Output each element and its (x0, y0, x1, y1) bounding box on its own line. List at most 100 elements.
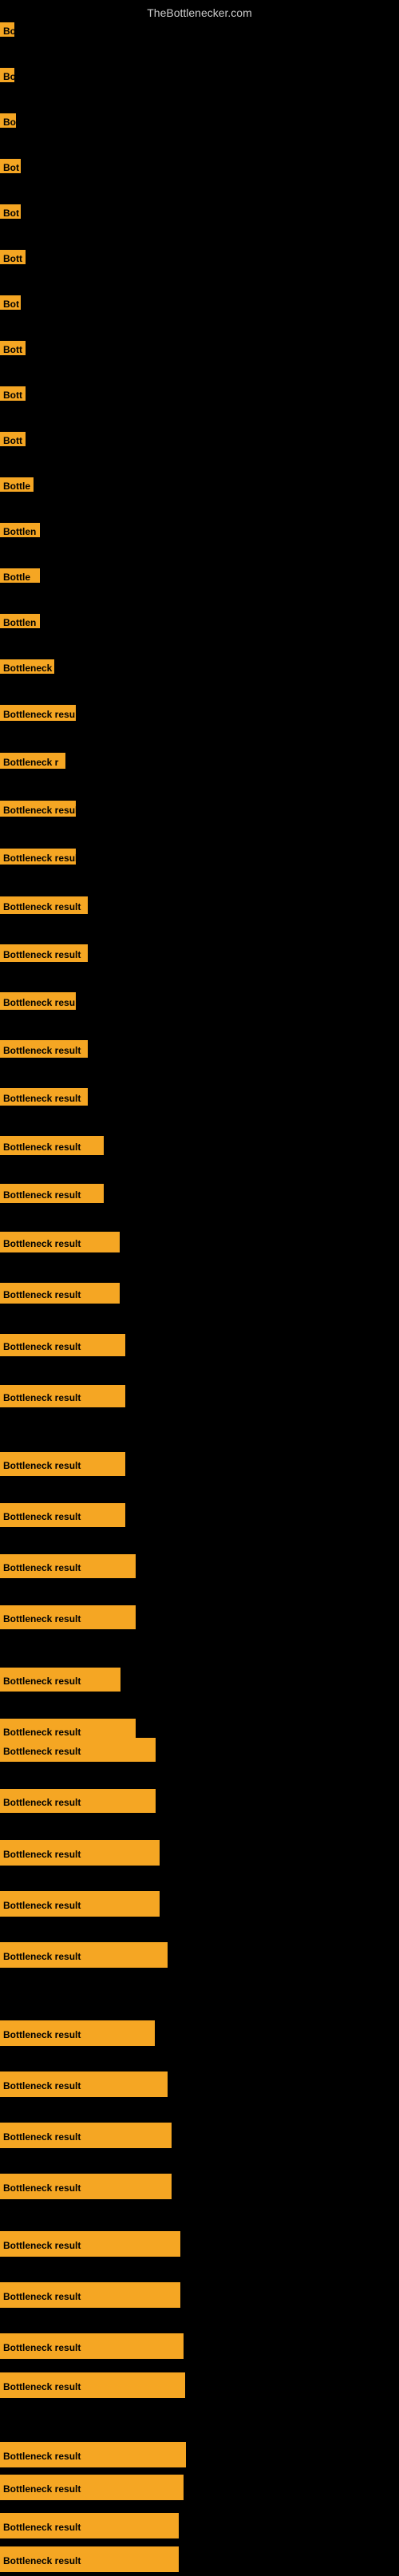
bar-item: Bottleneck result (0, 2442, 186, 2471)
bar-item: Bottleneck result (0, 1503, 125, 1531)
bar-label: Bottleneck result (0, 1738, 156, 1762)
bar-item: Bottleneck result (0, 1452, 125, 1480)
bar-label: Bott (0, 341, 26, 355)
bar-item: Bottleneck result (0, 1840, 160, 1870)
bar-label: Bottleneck result (0, 1942, 168, 1968)
bar-label: Bottleneck result (0, 1334, 125, 1356)
bar-item: Bott (0, 386, 26, 405)
bar-item: Bottleneck result (0, 1605, 136, 1633)
bar-label: Bottleneck result (0, 2071, 168, 2097)
bar-label: Bottleneck result (0, 1840, 160, 1866)
bar-label: Bottleneck result (0, 849, 76, 865)
bar-item: Bottleneck result (0, 1088, 88, 1110)
bar-item: Bottleneck result (0, 1040, 88, 1062)
bar-label: Bo (0, 113, 16, 128)
bar-item: Bot (0, 295, 21, 314)
bar-label: Bottleneck result (0, 896, 88, 914)
bar-label: Bottleneck result (0, 2282, 180, 2308)
bar-label: Bottleneck result (0, 2513, 179, 2538)
bar-item: Bottleneck result (0, 2231, 180, 2261)
bar-item: Bottleneck result (0, 1738, 156, 1766)
bar-label: Bott (0, 432, 26, 446)
bar-label: Bottleneck result (0, 2123, 172, 2148)
bar-label: Bottleneck result (0, 1452, 125, 1476)
bar-item: Bo (0, 113, 16, 132)
bar-item: Bottleneck result (0, 1942, 168, 1972)
bar-label: Bottleneck result (0, 2174, 172, 2199)
bar-label: Bottlen (0, 523, 40, 537)
bar-item: Bottle (0, 477, 34, 496)
bar-item: Bottlen (0, 523, 40, 541)
bar-item: Bottleneck resu (0, 992, 76, 1014)
bar-label: Bottleneck result (0, 801, 76, 817)
bar-label: Bottleneck result (0, 1891, 160, 1917)
bar-item: Bottleneck result (0, 2123, 172, 2152)
bar-item: Bottleneck result (0, 2282, 180, 2312)
bar-label: Bottlen (0, 614, 40, 628)
bar-item: Bot (0, 159, 21, 177)
bar-item: Bottleneck result (0, 2071, 168, 2101)
bar-label: Bottleneck result (0, 2231, 180, 2257)
bar-item: Bottleneck result (0, 2475, 184, 2504)
bar-item: Bottleneck result (0, 1184, 104, 1207)
bar-item: Bot (0, 204, 21, 223)
bar-item: Bottleneck result (0, 1136, 104, 1159)
bar-label: Bottleneck result (0, 1136, 104, 1155)
bar-item: Bottleneck r (0, 753, 65, 773)
bar-item: Bo (0, 22, 14, 41)
bar-item: Bott (0, 432, 26, 450)
bar-label: Bo (0, 22, 14, 37)
bar-label: Bo (0, 68, 14, 82)
bar-item: Bottleneck result (0, 2174, 172, 2203)
bar-item: Bottleneck result (0, 896, 88, 918)
bar-label: Bott (0, 386, 26, 401)
bar-item: Bottlen (0, 614, 40, 632)
bar-item: Bottleneck result (0, 2546, 179, 2576)
bar-item: Bottle (0, 568, 40, 587)
bar-label: Bottleneck result (0, 2475, 184, 2500)
bar-label: Bottleneck result (0, 1283, 120, 1304)
bar-item: Bottleneck result (0, 1891, 160, 1921)
bar-item: Bottleneck result (0, 1789, 156, 1817)
bar-label: Bottleneck result (0, 1668, 120, 1692)
bar-label: Bottleneck result (0, 2546, 179, 2572)
bar-label: Bottleneck result (0, 1040, 88, 1058)
bar-label: Bottleneck result (0, 2020, 155, 2046)
bar-label: Bot (0, 295, 21, 310)
bar-label: Bot (0, 204, 21, 219)
bar-label: Bottleneck (0, 659, 54, 674)
bar-label: Bottleneck result (0, 1789, 156, 1813)
bar-item: Bo (0, 68, 14, 86)
bar-item: Bottleneck resu (0, 705, 76, 725)
bar-item: Bottleneck result (0, 1232, 120, 1256)
bar-item: Bott (0, 250, 26, 268)
bar-label: Bot (0, 159, 21, 173)
bar-label: Bottleneck r (0, 753, 65, 769)
bar-label: Bottleneck result (0, 2333, 184, 2359)
bar-item: Bottleneck result (0, 2513, 179, 2542)
bar-item: Bott (0, 341, 26, 359)
bar-item: Bottleneck result (0, 1554, 136, 1582)
bar-label: Bottleneck resu (0, 992, 76, 1010)
bar-label: Bott (0, 250, 26, 264)
bar-label: Bottleneck resu (0, 705, 76, 721)
bar-item: Bottleneck result (0, 944, 88, 966)
bar-item: Bottleneck (0, 659, 54, 678)
bar-label: Bottleneck result (0, 1385, 125, 1407)
bar-label: Bottleneck result (0, 1184, 104, 1203)
bar-item: Bottleneck result (0, 1283, 120, 1308)
bar-item: Bottleneck result (0, 1385, 125, 1411)
bar-item: Bottleneck result (0, 2020, 155, 2050)
bar-label: Bottleneck result (0, 1088, 88, 1106)
bar-label: Bottleneck result (0, 1232, 120, 1252)
bar-label: Bottleneck result (0, 1554, 136, 1578)
bar-label: Bottle (0, 477, 34, 492)
bar-label: Bottleneck result (0, 1605, 136, 1629)
bar-item: Bottleneck result (0, 1334, 125, 1360)
bar-label: Bottleneck result (0, 2372, 185, 2398)
bar-item: Bottleneck result (0, 2333, 184, 2363)
bar-label: Bottleneck result (0, 944, 88, 962)
bar-label: Bottle (0, 568, 40, 583)
bar-item: Bottleneck result (0, 1668, 120, 1696)
bar-label: Bottleneck result (0, 1503, 125, 1527)
